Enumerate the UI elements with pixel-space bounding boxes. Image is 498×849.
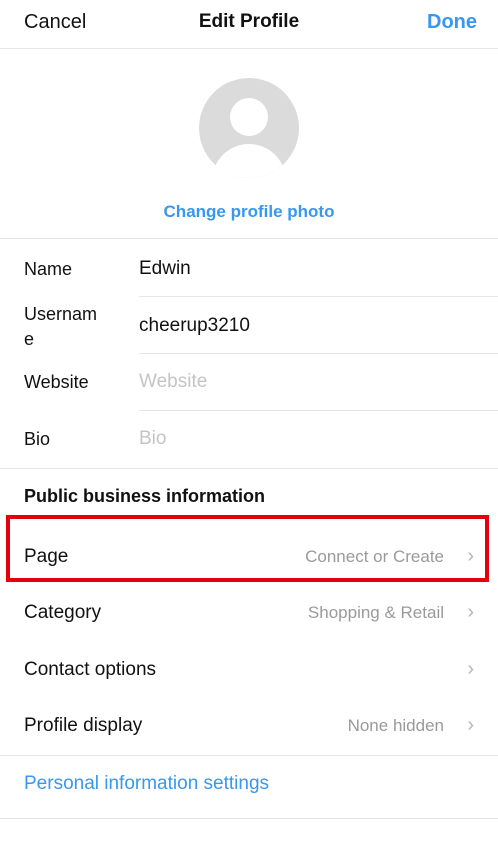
bio-field[interactable]: Bio <box>139 428 166 450</box>
divider <box>139 296 498 297</box>
username-label-line2: e <box>24 329 35 349</box>
chevron-right-icon: › <box>467 601 474 623</box>
username-label-line1: Usernam <box>24 304 98 324</box>
name-label: Name <box>24 259 73 279</box>
chevron-right-icon: › <box>467 714 474 736</box>
profile-display-row-label: Profile display <box>24 715 143 736</box>
divider <box>0 468 498 469</box>
divider <box>139 353 498 354</box>
chevron-right-icon: › <box>467 545 474 567</box>
divider <box>139 410 498 411</box>
page-row-value: Connect or Create <box>305 547 444 566</box>
bio-label: Bio <box>24 429 51 449</box>
avatar-head-shape <box>230 98 268 136</box>
username-field[interactable]: cheerup3210 <box>139 315 250 337</box>
page-row[interactable]: Page Connect or Create › <box>0 529 498 585</box>
avatar-shoulders-shape <box>212 144 286 178</box>
profile-display-row[interactable]: Profile display None hidden › <box>0 698 498 754</box>
nav-bar: Cancel Edit Profile Done <box>0 0 498 49</box>
contact-options-row[interactable]: Contact options › <box>0 642 498 698</box>
category-row-value: Shopping & Retail <box>307 603 444 622</box>
divider <box>0 238 498 239</box>
website-field[interactable]: Website <box>139 371 207 393</box>
website-label: Website <box>24 372 89 392</box>
name-field[interactable]: Edwin <box>139 258 191 280</box>
personal-information-settings-link[interactable]: Personal information settings <box>24 773 269 795</box>
profile-display-row-value: None hidden <box>347 716 444 735</box>
divider <box>0 755 498 756</box>
section-title: Public business information <box>24 486 266 506</box>
change-profile-photo-link[interactable]: Change profile photo <box>0 202 498 222</box>
done-button[interactable]: Done <box>427 11 477 34</box>
contact-options-row-label: Contact options <box>24 659 157 680</box>
page-row-label: Page <box>24 546 69 567</box>
cancel-button[interactable]: Cancel <box>24 11 86 34</box>
default-avatar-icon[interactable] <box>199 78 299 178</box>
divider <box>0 818 498 819</box>
category-row[interactable]: Category Shopping & Retail › <box>0 585 498 641</box>
chevron-right-icon: › <box>467 658 474 680</box>
category-row-label: Category <box>24 602 102 623</box>
